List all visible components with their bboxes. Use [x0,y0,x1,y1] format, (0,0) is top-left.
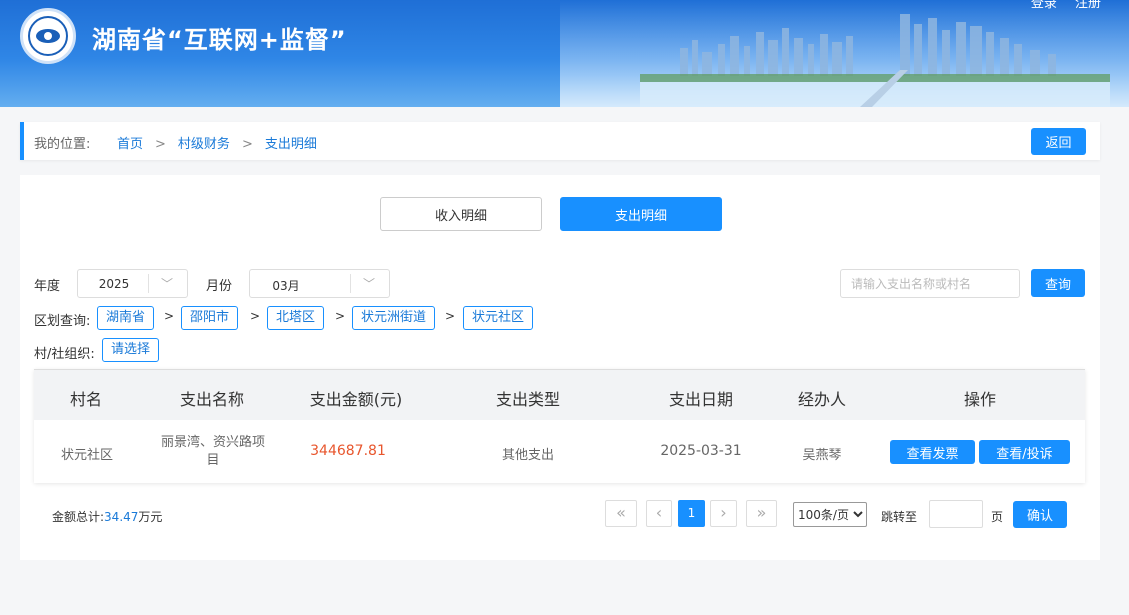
query-button[interactable]: 查询 [1031,269,1085,297]
region-separator: > [335,309,346,323]
org-label: 村/社组织: [34,347,95,362]
register-link[interactable]: 注册 [1075,0,1101,11]
col-actions: 操作 [963,390,996,409]
col-date: 支出日期 [668,390,733,409]
cell-village: 状元社区 [60,448,113,463]
site-logo[interactable] [20,8,76,64]
chevron-down-icon: ﹀ [160,277,173,291]
cell-handler: 吴燕琴 [802,448,842,463]
region-separator: > [445,309,456,323]
city-skyline-image [640,14,1110,107]
first-page-icon[interactable]: « [605,500,637,527]
breadcrumb: 我的位置: 首页 > 村级财务 > 支出明细 返回 [20,122,1100,160]
jump-page-input[interactable] [929,500,983,528]
page-size-select[interactable]: 100条/页 [793,502,867,527]
month-select[interactable]: 03月 ﹀ [249,269,390,298]
page-unit-label: 页 [991,510,1004,524]
select-divider [148,274,149,293]
region-separator: > [164,309,175,323]
region-community[interactable]: 状元社区 [463,306,534,330]
month-label: 月份 [206,279,233,294]
total-amount: 金额总计:34.47万元 [52,508,162,525]
cell-name-line1: 丽景湾、资兴路项 [160,435,265,450]
breadcrumb-separator: > [241,137,253,152]
col-type: 支出类型 [495,390,560,409]
cell-date: 2025-03-31 [660,443,742,459]
eye-icon [28,16,68,56]
region-separator: > [250,309,261,323]
back-button[interactable]: 返回 [1031,128,1086,155]
year-value: 2025 [98,277,130,291]
prev-page-icon[interactable]: ‹ [646,500,672,527]
login-link[interactable]: 登录 [1031,0,1057,11]
breadcrumb-home-link[interactable]: 首页 [117,137,143,152]
col-amount: 支出金额(元) [309,390,403,409]
select-divider [350,274,351,293]
tab-expense[interactable]: 支出明细 [560,197,722,231]
top-links: 登录 注册 [1017,0,1101,11]
total-value: 34.47 [104,510,139,524]
table-header: 村名 支出名称 支出金额(元) 支出类型 支出日期 经办人 操作 [34,369,1085,420]
cell-amount: 344687.81 [310,443,386,459]
breadcrumb-label: 我的位置: [34,137,91,152]
year-select[interactable]: 2025 ﹀ [77,269,188,298]
confirm-jump-button[interactable]: 确认 [1013,501,1067,528]
month-value: 03月 [272,279,300,293]
col-name: 支出名称 [179,390,244,409]
tab-income[interactable]: 收入明细 [380,197,542,231]
breadcrumb-items: 首页 > 村级财务 > 支出明细 [117,133,317,152]
main-panel: 收入明细 支出明细 年度 2025 ﹀ 月份 03月 ﹀ 查询 区划查询: 湖南… [20,175,1100,560]
expense-table: 村名 支出名称 支出金额(元) 支出类型 支出日期 经办人 操作 状元社区 丽景… [34,369,1085,483]
site-header: 湖南省“互联网+监督” 登录 注册 [0,0,1129,107]
total-unit: 万元 [138,510,163,524]
cell-type: 其他支出 [501,448,554,463]
year-label: 年度 [34,279,61,294]
region-province[interactable]: 湖南省 [97,306,155,330]
cell-name-line2: 目 [206,453,220,468]
jump-label: 跳转至 [881,510,918,524]
region-district[interactable]: 北塔区 [267,306,325,330]
site-title: 湖南省“互联网+监督” [92,26,347,54]
view-complaint-button[interactable]: 查看/投诉 [979,440,1070,464]
cell-name: 丽景湾、资兴路项 目 [150,434,276,470]
region-street[interactable]: 状元洲街道 [352,306,436,330]
breadcrumb-finance-link[interactable]: 村级财务 [178,137,230,152]
org-select[interactable]: 请选择 [102,338,160,362]
search-input[interactable] [840,269,1020,298]
region-city[interactable]: 邵阳市 [181,306,239,330]
region-label: 区划查询: [34,314,91,329]
view-invoice-button[interactable]: 查看发票 [890,440,975,464]
breadcrumb-current[interactable]: 支出明细 [265,137,317,152]
total-label: 金额总计: [52,510,105,524]
breadcrumb-separator: > [155,137,166,152]
page-1-button[interactable]: 1 [678,500,705,527]
col-handler: 经办人 [797,390,846,409]
last-page-icon[interactable]: » [746,500,777,527]
col-village: 村名 [69,390,102,409]
table-row: 状元社区 丽景湾、资兴路项 目 344687.81 其他支出 2025-03-3… [34,420,1085,483]
next-page-icon[interactable]: › [710,500,737,527]
chevron-down-icon: ﹀ [362,277,375,291]
